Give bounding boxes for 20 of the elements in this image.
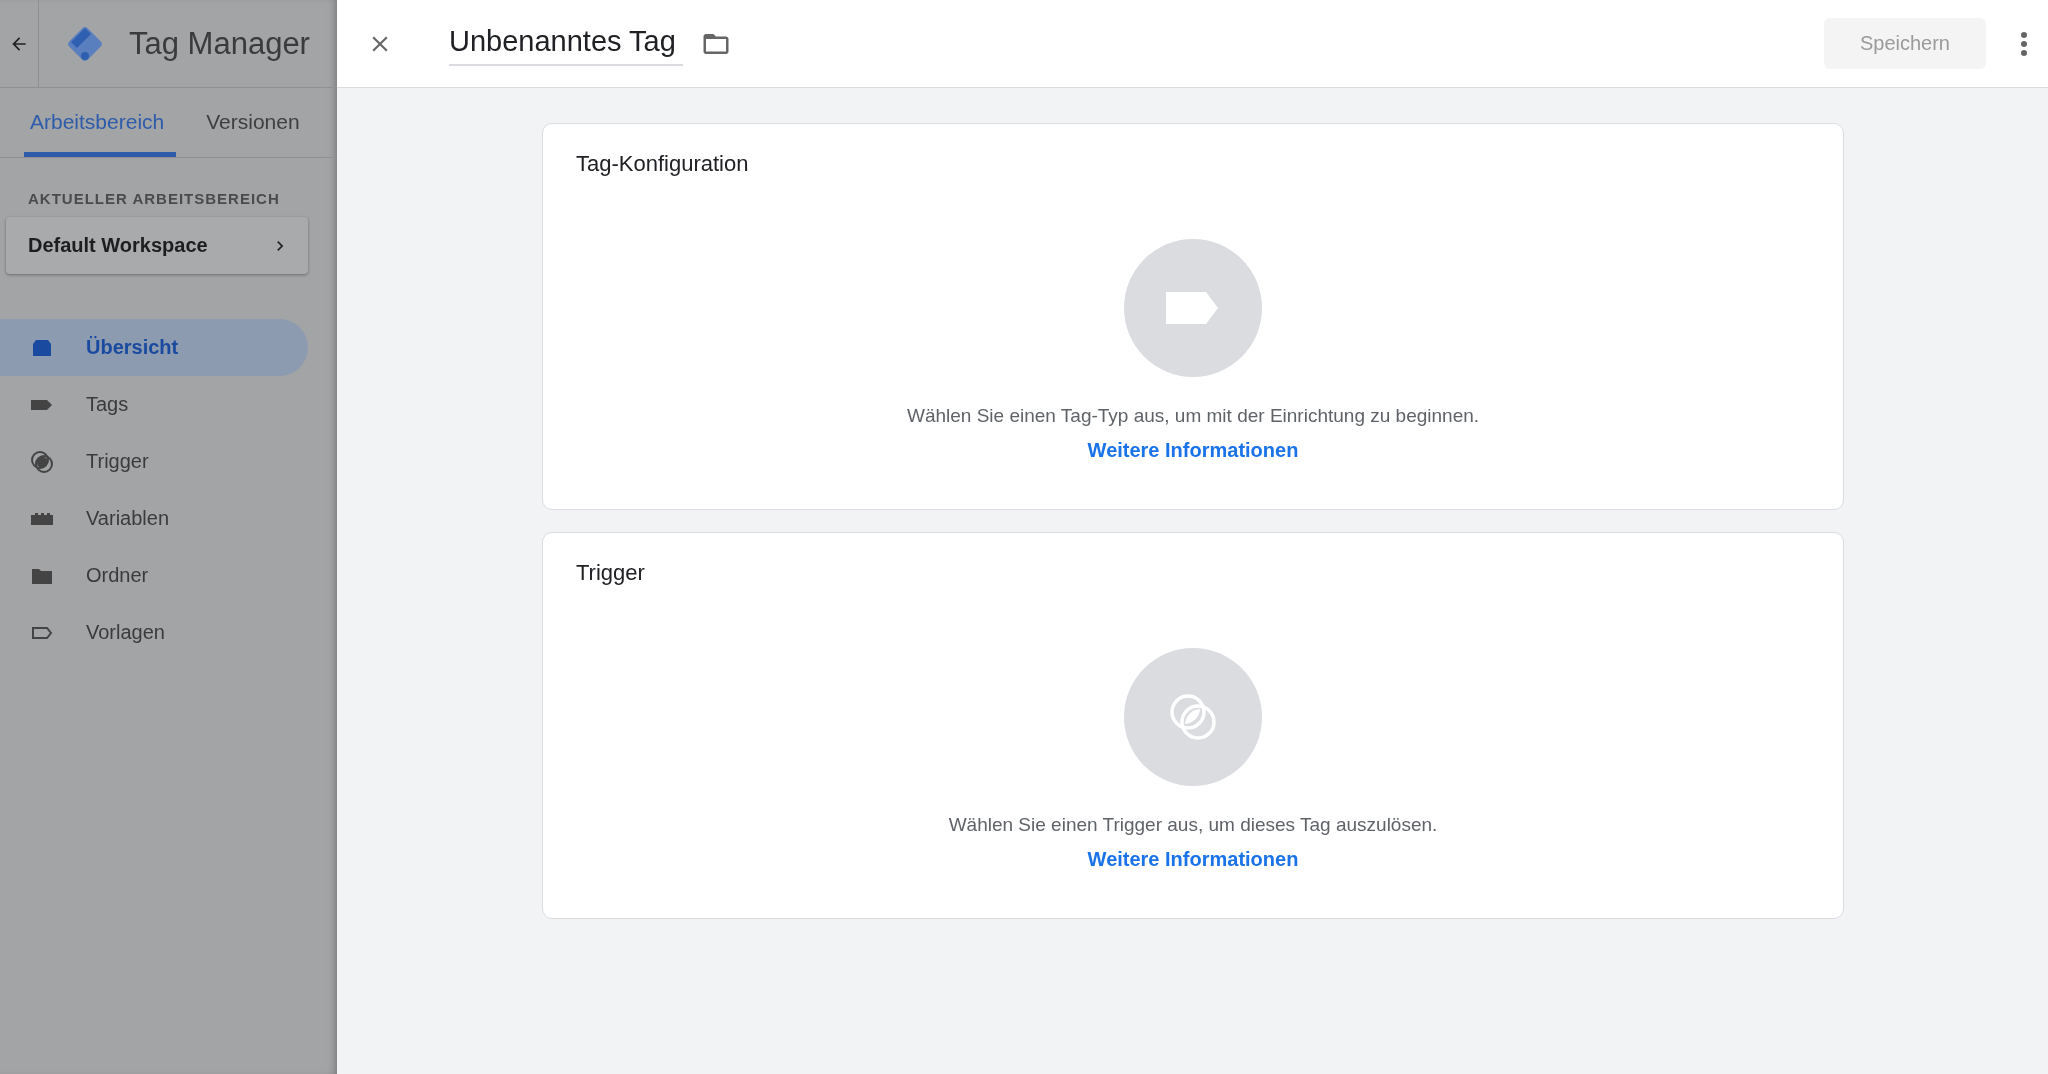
learn-more-link[interactable]: Weitere Informationen <box>1087 848 1299 871</box>
tab[interactable]: Versionen <box>194 88 312 157</box>
nav-item[interactable]: Ordner <box>0 547 308 604</box>
card-title: Trigger <box>576 560 646 586</box>
workspace-selector[interactable]: Default Workspace <box>6 217 308 274</box>
nav-item[interactable]: Tags <box>0 376 308 433</box>
nav-item[interactable]: Trigger <box>0 433 308 490</box>
more-menu-button[interactable] <box>2020 30 2028 57</box>
more-vert-icon <box>2020 30 2028 57</box>
nav-item[interactable]: Variablen <box>0 490 308 547</box>
learn-more-link[interactable]: Weitere Informationen <box>1087 439 1299 462</box>
nav-item[interactable]: Vorlagen <box>0 604 308 661</box>
section-label: AKTUELLER ARBEITSBEREICH <box>28 190 281 207</box>
card-title: Tag-Konfiguration <box>576 151 750 177</box>
tab[interactable]: Arbeitsbereich <box>24 88 177 157</box>
tag-name-field[interactable]: Unbenanntes Tag <box>449 21 683 66</box>
nav-item[interactable]: Übersicht <box>0 319 308 376</box>
app-title: Tag Manager <box>129 25 310 62</box>
card-description: Wählen Sie einen Trigger aus, um dieses Tag auszulösen. <box>948 814 1438 836</box>
card-description: Wählen Sie einen Tag-Typ aus, um mit der Einrichtung zu beginnen. <box>906 405 1480 427</box>
